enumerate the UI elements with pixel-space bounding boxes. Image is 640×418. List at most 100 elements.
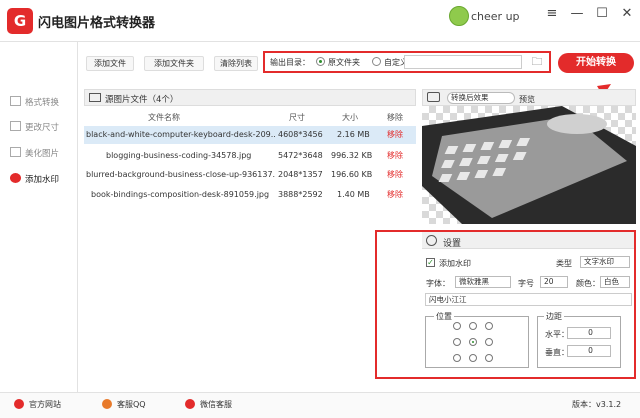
- margin-label: 边距: [544, 311, 564, 322]
- add-folder-button[interactable]: 添加文件夹: [144, 56, 204, 71]
- close-icon[interactable]: ✕: [619, 6, 635, 22]
- file-size: 196.60 KB: [331, 170, 373, 179]
- position-group: [425, 316, 529, 368]
- position-top-center[interactable]: [469, 322, 477, 330]
- gear-icon: [426, 235, 437, 246]
- remove-button[interactable]: 移除: [387, 147, 403, 165]
- file-name: book-bindings-composition-desk-891059.jp…: [91, 190, 270, 199]
- wechat-support-label: 微信客服: [200, 400, 232, 409]
- position-bottom-right[interactable]: [485, 354, 493, 362]
- position-bottom-center[interactable]: [469, 354, 477, 362]
- sidebar-item-label: 格式转换: [25, 98, 60, 108]
- footer: [0, 392, 640, 418]
- file-size: 1.40 MB: [337, 190, 370, 199]
- file-dimensions: 3888*2592: [278, 190, 323, 199]
- file-name: blurred-background-business-close-up-936…: [86, 170, 276, 179]
- position-top-right[interactable]: [485, 322, 493, 330]
- file-size: 2.16 MB: [337, 130, 370, 139]
- horizontal-margin-input[interactable]: 0: [567, 327, 611, 339]
- add-watermark-checkbox[interactable]: ✓: [426, 258, 435, 267]
- add-file-button[interactable]: 添加文件: [86, 56, 134, 71]
- wechat-support-link[interactable]: 微信客服: [185, 399, 232, 410]
- minimize-icon[interactable]: —: [569, 6, 585, 22]
- app-logo-icon: G: [7, 8, 33, 34]
- folder-icon[interactable]: 🗀: [527, 55, 547, 69]
- add-watermark-label: 添加水印: [439, 259, 471, 268]
- margin-group: [537, 316, 621, 368]
- support-qq-link[interactable]: 客服QQ: [102, 399, 146, 410]
- source-folder-label: 原文件夹: [328, 58, 360, 67]
- username[interactable]: cheer up: [471, 10, 520, 23]
- column-header-size: 尺寸: [289, 113, 305, 122]
- color-label: 颜色：: [576, 279, 600, 288]
- type-label: 类型: [556, 259, 572, 268]
- menu-icon[interactable]: ≡: [544, 6, 560, 22]
- font-select[interactable]: 微软雅黑: [455, 276, 511, 288]
- horizontal-label: 水平：: [545, 330, 569, 339]
- position-bottom-left[interactable]: [453, 354, 461, 362]
- file-list-title: 源图片文件（4个）: [105, 95, 179, 105]
- vertical-label: 垂直：: [545, 348, 569, 357]
- version-text: 版本：v3.1.2: [572, 400, 622, 409]
- column-header-remove: 移除: [387, 113, 403, 122]
- file-name: black-and-white-computer-keyboard-desk-2…: [86, 130, 276, 139]
- table-row[interactable]: book-bindings-composition-desk-891059.jp…: [84, 186, 416, 204]
- official-site-label: 官方网站: [29, 400, 61, 409]
- home-icon: [14, 399, 24, 409]
- support-qq-label: 客服QQ: [117, 400, 146, 409]
- eye-icon[interactable]: [427, 92, 440, 102]
- file-dimensions: 2048*1357: [278, 170, 323, 179]
- vertical-margin-input[interactable]: 0: [567, 345, 611, 357]
- file-name: blogging-business-coding-34578.jpg: [106, 151, 252, 160]
- position-top-left[interactable]: [453, 322, 461, 330]
- sidebar-item-label: 美化图片: [25, 149, 60, 159]
- preview-image: [422, 106, 636, 224]
- clear-list-button[interactable]: 清除列表: [214, 56, 258, 71]
- font-label: 字体：: [426, 279, 450, 288]
- settings-title: 设置: [443, 239, 462, 249]
- remove-button[interactable]: 移除: [387, 186, 403, 204]
- watermark-text-input[interactable]: 闪电小江江: [425, 293, 632, 306]
- file-dimensions: 5472*3648: [278, 151, 323, 160]
- size-label: 字号: [518, 279, 534, 288]
- table-row[interactable]: blurred-background-business-close-up-936…: [84, 166, 416, 184]
- source-folder-radio[interactable]: [316, 57, 325, 66]
- maximize-icon[interactable]: ☐: [594, 6, 610, 22]
- image-icon: [89, 93, 101, 102]
- resize-icon: [10, 121, 21, 131]
- sidebar-item-beautify[interactable]: 美化图片: [10, 146, 76, 162]
- sidebar-item-watermark[interactable]: 添加水印: [10, 172, 76, 188]
- position-label: 位置: [434, 311, 454, 322]
- qq-icon: [102, 399, 112, 409]
- position-middle-left[interactable]: [453, 338, 461, 346]
- preview-label: 预览: [519, 95, 535, 104]
- output-path-input[interactable]: [404, 55, 522, 69]
- file-size: 996.32 KB: [331, 151, 373, 160]
- table-row[interactable]: black-and-white-computer-keyboard-desk-2…: [84, 126, 416, 144]
- remove-button[interactable]: 移除: [387, 126, 403, 144]
- sidebar-item-label: 添加水印: [25, 175, 60, 185]
- color-select[interactable]: 白色: [600, 276, 630, 288]
- beautify-icon: [10, 147, 21, 157]
- app-title: 闪电图片格式转换器: [38, 16, 156, 31]
- sidebar-item-format-convert[interactable]: 格式转换: [10, 95, 76, 111]
- sidebar-item-label: 更改尺寸: [25, 123, 60, 133]
- table-row[interactable]: blogging-business-coding-34578.jpg 5472*…: [84, 147, 416, 165]
- watermark-icon: [10, 173, 21, 183]
- position-middle-right[interactable]: [485, 338, 493, 346]
- type-select[interactable]: 文字水印: [580, 256, 630, 268]
- user-avatar[interactable]: [449, 6, 469, 26]
- output-label: 输出目录：: [270, 58, 310, 67]
- remove-button[interactable]: 移除: [387, 166, 403, 184]
- convert-icon: [10, 96, 21, 106]
- sidebar-item-resize[interactable]: 更改尺寸: [10, 120, 76, 136]
- column-header-name: 文件名称: [148, 113, 180, 122]
- column-header-bytes: 大小: [342, 113, 358, 122]
- file-dimensions: 4608*3456: [278, 130, 323, 139]
- custom-folder-radio[interactable]: [372, 57, 381, 66]
- position-center[interactable]: [469, 338, 477, 346]
- start-convert-button[interactable]: 开始转换: [558, 53, 634, 73]
- official-site-link[interactable]: 官方网站: [14, 399, 61, 410]
- size-select[interactable]: 20: [540, 276, 568, 288]
- preview-mode-select[interactable]: 转换后效果: [447, 92, 515, 104]
